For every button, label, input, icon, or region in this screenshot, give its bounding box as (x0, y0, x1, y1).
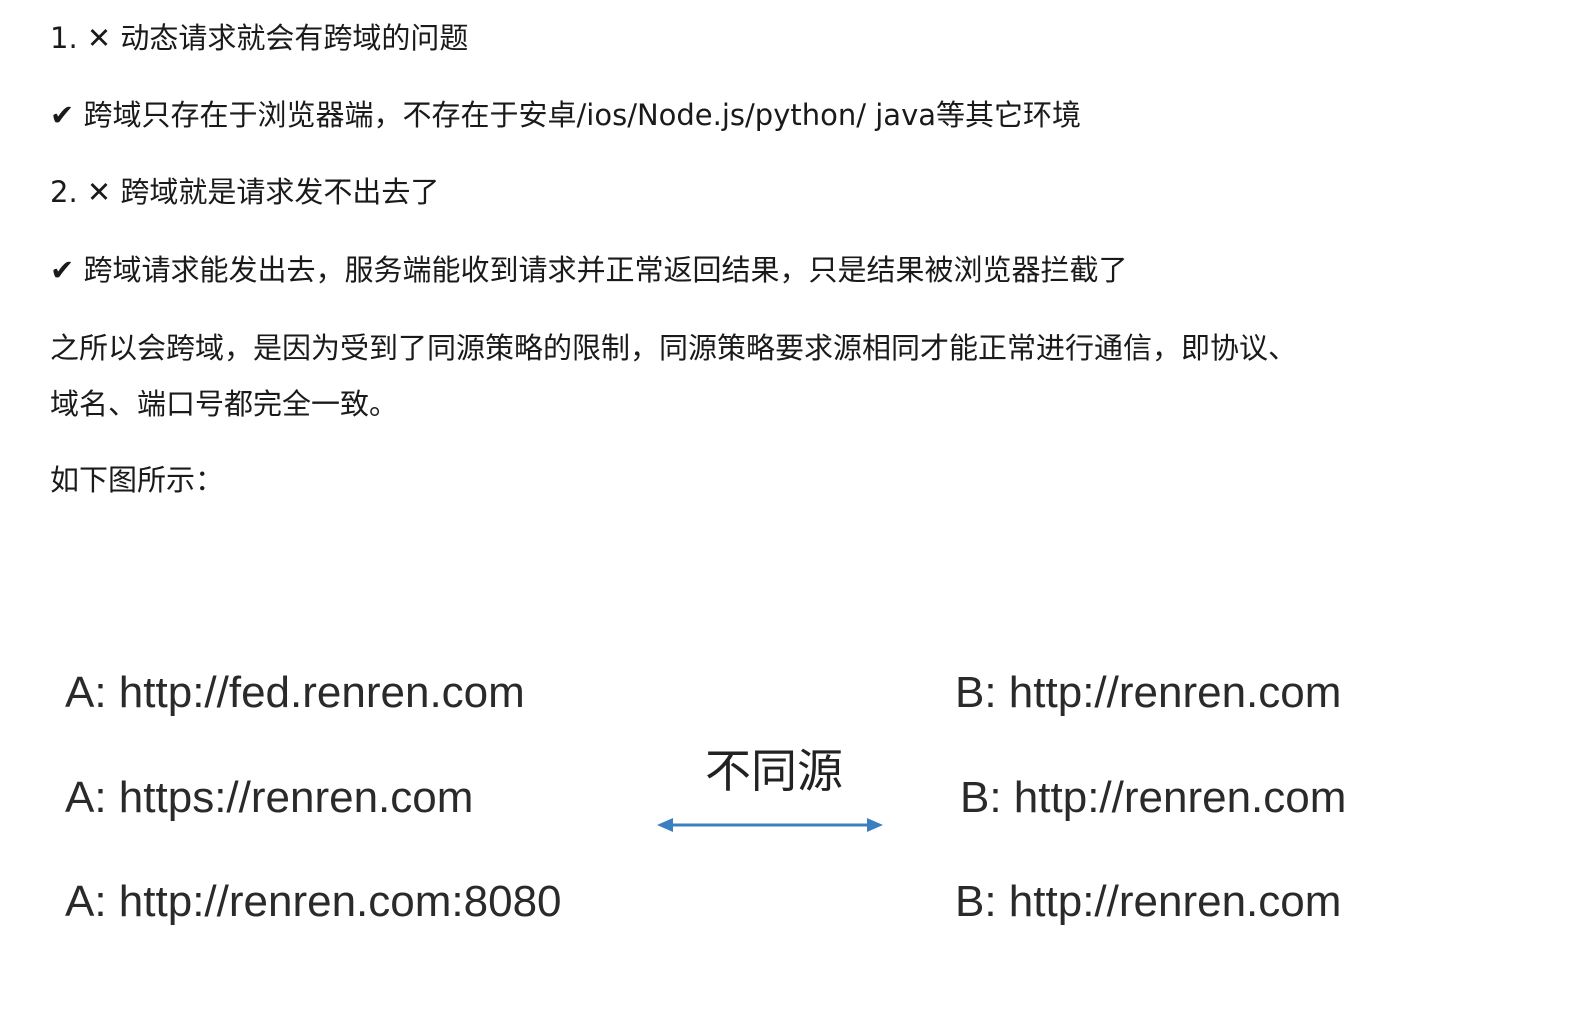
origin-a-2: A: https://renren.com (65, 773, 474, 822)
figure-intro: 如下图所示： (50, 463, 225, 497)
origin-a-3: A: http://renren.com:8080 (65, 877, 562, 926)
fact-1: ✔ 跨域只存在于浏览器端，不存在于安卓/ios/Node.js/python/ … (50, 98, 1082, 132)
origin-b-1: B: http://renren.com (955, 668, 1342, 717)
origin-b-3: B: http://renren.com (955, 877, 1342, 926)
myth-2: 2. ✕ 跨域就是请求发不出去了 (50, 175, 440, 209)
explanation-line-1: 之所以会跨域，是因为受到了同源策略的限制，同源策略要求源相同才能正常进行通信，即… (50, 331, 1298, 365)
myth-1: 1. ✕ 动态请求就会有跨域的问题 (50, 21, 469, 55)
origin-b-2: B: http://renren.com (960, 773, 1347, 822)
same-origin-diagram: A: http://fed.renren.com A: https://renr… (50, 630, 1470, 970)
fact-2: ✔ 跨域请求能发出去，服务端能收到请求并正常返回结果，只是结果被浏览器拦截了 (50, 253, 1128, 287)
explanation-line-2: 域名、端口号都完全一致。 (50, 387, 399, 421)
origin-a-1: A: http://fed.renren.com (65, 668, 525, 717)
not-same-origin-label: 不同源 (705, 744, 843, 798)
double-arrow-icon (657, 818, 883, 832)
